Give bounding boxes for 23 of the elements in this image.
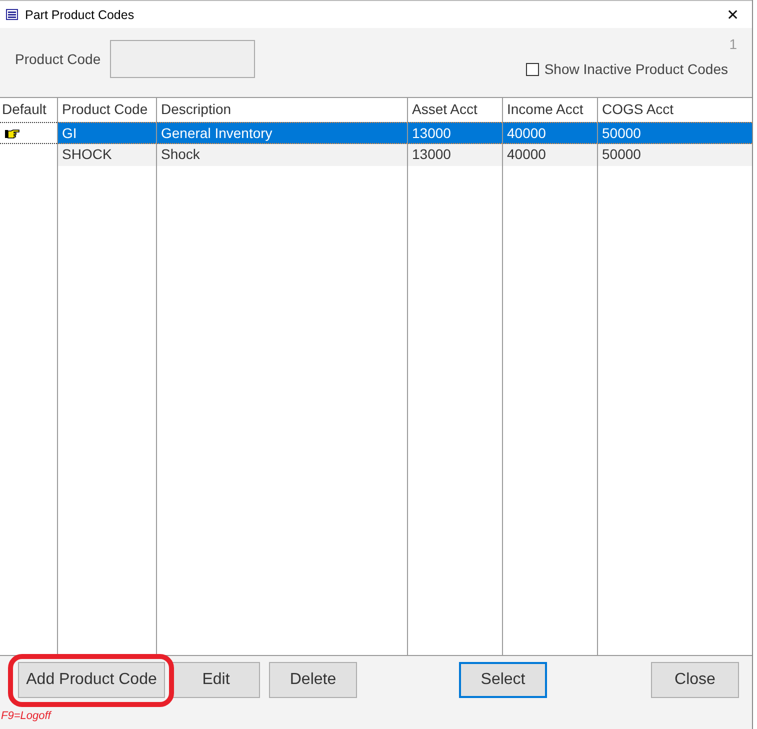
action-button[interactable]: Select bbox=[459, 662, 547, 698]
column-header[interactable]: Default bbox=[0, 98, 57, 122]
action-button[interactable]: Add Product Code bbox=[18, 662, 165, 698]
table-cell[interactable]: 40000 bbox=[502, 144, 597, 166]
table-cell[interactable]: SHOCK bbox=[57, 144, 156, 166]
action-button[interactable]: Close bbox=[651, 662, 739, 698]
table-cell[interactable]: Shock bbox=[156, 144, 407, 166]
table-cell[interactable]: 13000 bbox=[407, 144, 502, 166]
shortcut-hint: F9=Logoff bbox=[1, 710, 53, 722]
table-cell[interactable]: 13000 bbox=[407, 122, 502, 144]
table-cell[interactable]: 50000 bbox=[597, 122, 752, 144]
table-cell[interactable]: 40000 bbox=[502, 122, 597, 144]
close-button[interactable]: ✕ bbox=[718, 2, 748, 28]
table-cell[interactable]: General Inventory bbox=[156, 122, 407, 144]
action-button[interactable]: Delete bbox=[269, 662, 357, 698]
table-cell[interactable]: 50000 bbox=[597, 144, 752, 166]
window-title: Part Product Codes bbox=[25, 8, 136, 22]
action-button[interactable]: Edit bbox=[172, 662, 260, 698]
table-cell[interactable]: GI bbox=[57, 122, 156, 144]
field-label: Product Code bbox=[15, 50, 101, 66]
product-code-field[interactable] bbox=[110, 40, 255, 78]
app-icon bbox=[6, 9, 18, 20]
record-count: 1 bbox=[729, 36, 737, 52]
